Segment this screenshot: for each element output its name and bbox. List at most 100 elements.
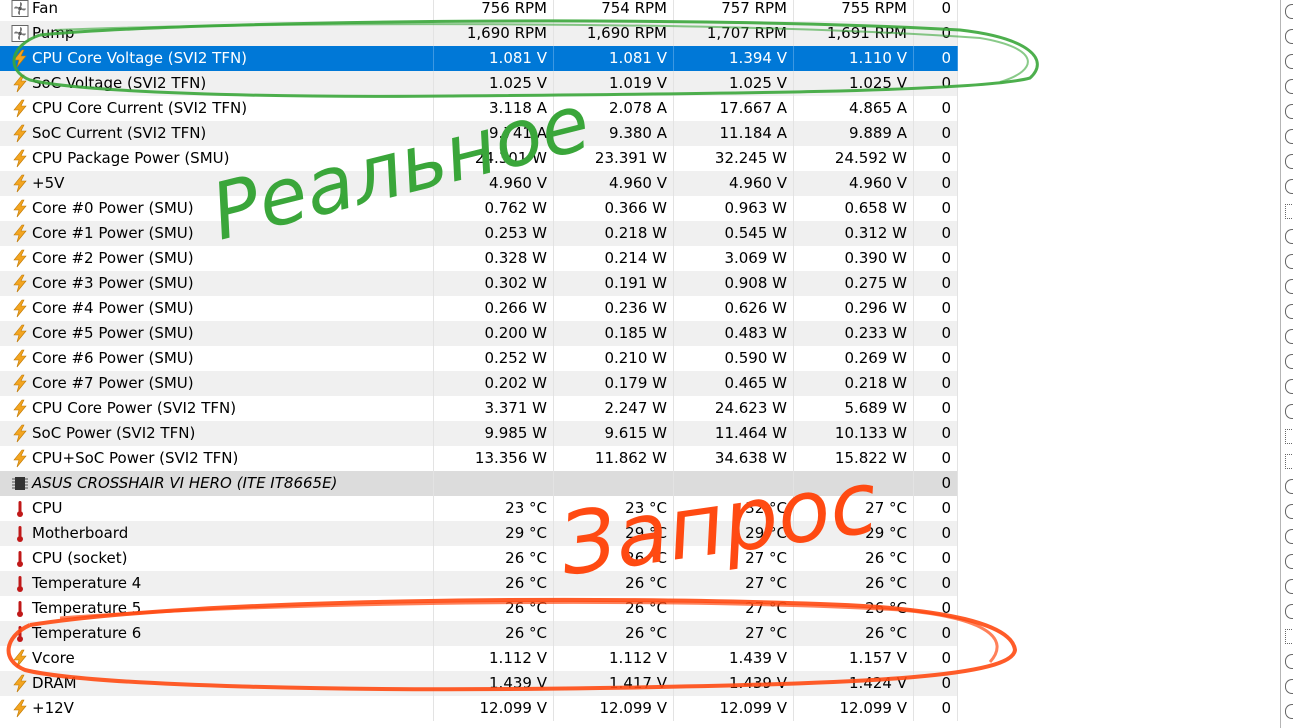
current-value: 9.741 A — [434, 121, 554, 146]
average-value: 26 °C — [794, 571, 914, 596]
count-value: 0 — [914, 621, 958, 646]
thermometer-icon — [8, 546, 30, 571]
count-value: 0 — [914, 21, 958, 46]
bolt-icon — [8, 221, 30, 246]
sensor-row[interactable]: Temperature 5 26 °C 26 °C 27 °C 26 °C 0 — [0, 596, 958, 621]
panel-bracket-icon — [1285, 629, 1293, 644]
bolt-icon — [8, 146, 30, 171]
sensor-row[interactable]: Temperature 6 26 °C 26 °C 27 °C 26 °C 0 — [0, 621, 958, 646]
sensor-row[interactable]: Core #0 Power (SMU) 0.762 W 0.366 W 0.963 W… — [0, 196, 958, 221]
max-value: 4.960 V — [674, 171, 794, 196]
panel-curve-icon — [1285, 604, 1293, 619]
average-value — [794, 471, 914, 496]
sensor-row[interactable]: DRAM 1.439 V 1.417 V 1.439 V 1.424 V0 — [0, 671, 958, 696]
current-value: 1.081 V — [434, 46, 554, 71]
max-value — [674, 471, 794, 496]
sensor-name: Motherboard — [29, 521, 434, 546]
panel-curve-icon — [1285, 29, 1293, 44]
sensor-row[interactable]: Fan 756 RPM 754 RPM 757 RPM 755 RPM 0 — [0, 0, 958, 21]
panel-bracket-icon — [1285, 204, 1293, 219]
max-value: 32.245 W — [674, 146, 794, 171]
panel-curve-icon — [1285, 504, 1293, 519]
sensor-row[interactable]: Core #7 Power (SMU) 0.202 W 0.179 W 0.465 W… — [0, 371, 958, 396]
min-value: 9.380 A — [554, 121, 674, 146]
sensor-row[interactable]: SoC Power (SVI2 TFN) 9.985 W 9.615 W 11.464… — [0, 421, 958, 446]
current-value: 26 °C — [434, 546, 554, 571]
sensor-row[interactable]: SoC Current (SVI2 TFN) 9.741 A 9.380 A 11.1… — [0, 121, 958, 146]
current-value: 3.371 W — [434, 396, 554, 421]
current-value: 26 °C — [434, 596, 554, 621]
current-value: 1,690 RPM — [434, 21, 554, 46]
thermometer-icon — [8, 521, 30, 546]
sensor-row[interactable]: CPU+SoC Power (SVI2 TFN) 13.356 W 11.862 W… — [0, 446, 958, 471]
sensor-row[interactable]: Pump 1,690 RPM 1,690 RPM 1,707 RPM 1,691 RPM… — [0, 21, 958, 46]
average-value: 26 °C — [794, 596, 914, 621]
sensor-row[interactable]: Temperature 4 26 °C 26 °C 27 °C 26 °C 0 — [0, 571, 958, 596]
panel-curve-icon — [1285, 379, 1293, 394]
bolt-icon — [8, 396, 30, 421]
min-value: 0.185 W — [554, 321, 674, 346]
count-value: 0 — [914, 671, 958, 696]
max-value: 34.638 W — [674, 446, 794, 471]
sensor-row[interactable]: Core #2 Power (SMU) 0.328 W 0.214 W 3.069 W… — [0, 246, 958, 271]
average-value: 5.689 W — [794, 396, 914, 421]
average-value: 1.424 V — [794, 671, 914, 696]
min-value: 1.081 V — [554, 46, 674, 71]
count-value: 0 — [914, 221, 958, 246]
panel-curve-icon — [1285, 704, 1293, 719]
current-value: 0.202 W — [434, 371, 554, 396]
sensor-row[interactable]: Core #5 Power (SMU) 0.200 W 0.185 W 0.483 W… — [0, 321, 958, 346]
average-value: 0.390 W — [794, 246, 914, 271]
panel-curve-icon — [1285, 329, 1293, 344]
sensor-row[interactable]: +12V 12.099 V 12.099 V 12.099 V 12.099 V0 — [0, 696, 958, 721]
sensor-name: Core #7 Power (SMU) — [29, 371, 434, 396]
max-value: 12.099 V — [674, 696, 794, 721]
sensor-row[interactable]: CPU (socket) 26 °C 26 °C 27 °C 26 °C 0 — [0, 546, 958, 571]
thermometer-icon — [8, 621, 30, 646]
bolt-icon — [8, 346, 30, 371]
max-value: 3.069 W — [674, 246, 794, 271]
sensor-row[interactable]: CPU 23 °C 23 °C 32 °C 27 °C 0 — [0, 496, 958, 521]
sensor-name: Temperature 5 — [29, 596, 434, 621]
sensor-row[interactable]: Vcore 1.112 V 1.112 V 1.439 V 1.157 V0 — [0, 646, 958, 671]
panel-curve-icon — [1285, 79, 1293, 94]
sensor-group-header[interactable]: ASUS CROSSHAIR VI HERO (ITE IT8665E) 0 — [0, 471, 958, 496]
sensor-row[interactable]: CPU Core Current (SVI2 TFN) 3.118 A 2.078 … — [0, 96, 958, 121]
sensor-row[interactable]: CPU Package Power (SMU) 24.301 W 23.391 W3… — [0, 146, 958, 171]
sensor-row[interactable]: Motherboard 29 °C 29 °C 29 °C 29 °C 0 — [0, 521, 958, 546]
sensor-name: CPU (socket) — [29, 546, 434, 571]
sensor-row[interactable]: Core #6 Power (SMU) 0.252 W 0.210 W 0.590 W… — [0, 346, 958, 371]
average-value: 0.233 W — [794, 321, 914, 346]
bolt-icon — [8, 296, 30, 321]
max-value: 0.626 W — [674, 296, 794, 321]
bolt-icon — [8, 171, 30, 196]
sensor-row[interactable]: Core #3 Power (SMU) 0.302 W 0.191 W 0.908 W… — [0, 271, 958, 296]
min-value: 26 °C — [554, 571, 674, 596]
sensor-row[interactable]: CPU Core Voltage (SVI2 TFN) 1.081 V 1.081 … — [0, 46, 958, 71]
panel-curve-icon — [1285, 4, 1293, 19]
sensor-row[interactable]: SoC Voltage (SVI2 TFN) 1.025 V 1.019 V 1.02… — [0, 71, 958, 96]
sensor-name: ASUS CROSSHAIR VI HERO (ITE IT8665E) — [29, 471, 434, 496]
count-value: 0 — [914, 396, 958, 421]
current-value: 12.099 V — [434, 696, 554, 721]
current-value: 0.200 W — [434, 321, 554, 346]
panel-curve-icon — [1285, 154, 1293, 169]
sensor-row[interactable]: Core #1 Power (SMU) 0.253 W 0.218 W 0.545 W… — [0, 221, 958, 246]
current-value: 0.253 W — [434, 221, 554, 246]
count-value: 0 — [914, 171, 958, 196]
max-value: 757 RPM — [674, 0, 794, 21]
average-value: 1.157 V — [794, 646, 914, 671]
average-value: 1,691 RPM — [794, 21, 914, 46]
max-value: 11.184 A — [674, 121, 794, 146]
chip-icon — [8, 471, 30, 496]
current-value: 756 RPM — [434, 0, 554, 21]
sensor-name: +5V — [29, 171, 434, 196]
sensor-row[interactable]: +5V 4.960 V 4.960 V 4.960 V 4.960 V0 — [0, 171, 958, 196]
current-value: 1.025 V — [434, 71, 554, 96]
min-value: 23.391 W — [554, 146, 674, 171]
sensor-row[interactable]: CPU Core Power (SVI2 TFN) 3.371 W 2.247 W2… — [0, 396, 958, 421]
sensor-row[interactable]: Core #4 Power (SMU) 0.266 W 0.236 W 0.626 W… — [0, 296, 958, 321]
min-value: 1.112 V — [554, 646, 674, 671]
max-value: 0.545 W — [674, 221, 794, 246]
min-value: 0.191 W — [554, 271, 674, 296]
